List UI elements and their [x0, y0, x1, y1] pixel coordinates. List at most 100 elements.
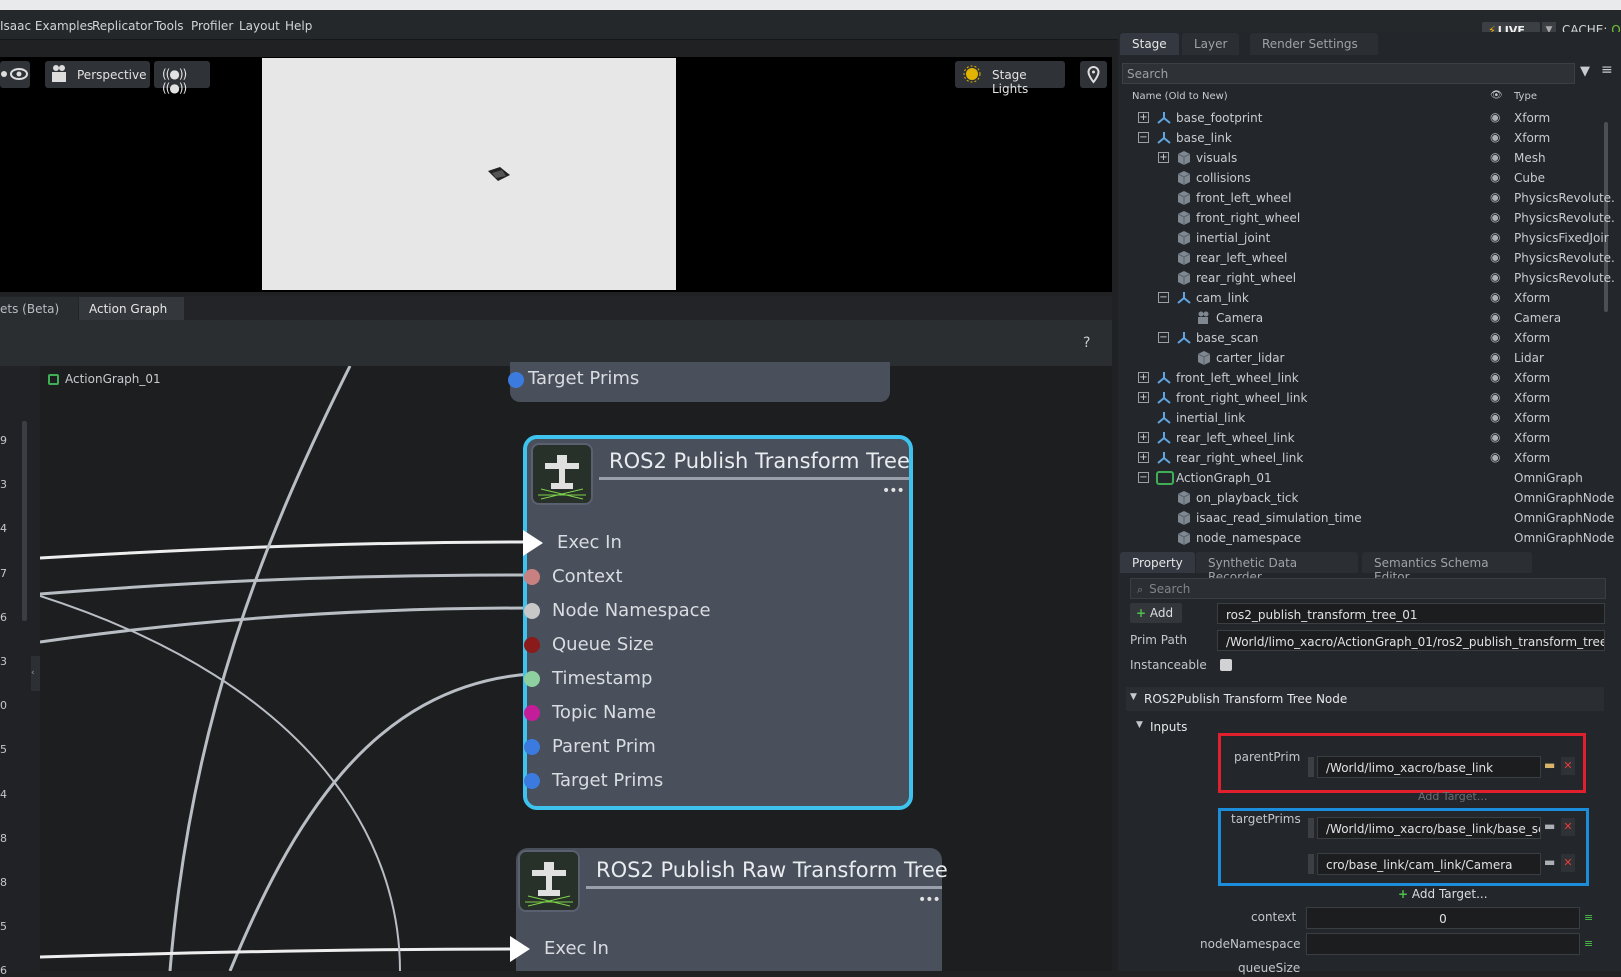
eye-icon[interactable]: ◉ — [1490, 450, 1500, 464]
stage-tree-row[interactable]: rear_right_wheel ◉ PhysicsRevolute. — [1122, 268, 1614, 288]
property-search-input[interactable]: ⌕ Search — [1130, 578, 1606, 599]
expand-icon[interactable]: + — [1138, 392, 1149, 403]
eye-icon[interactable]: ◉ — [1490, 130, 1500, 144]
drag-handle[interactable] — [1308, 757, 1314, 777]
tab-property[interactable]: Property — [1120, 552, 1195, 573]
expand-icon[interactable]: + — [1138, 112, 1149, 123]
stage-search-input[interactable]: Search — [1122, 63, 1575, 84]
eye-icon[interactable]: ◉ — [1490, 310, 1500, 324]
input-port-dot[interactable] — [524, 569, 540, 585]
folder-icon[interactable]: ▬ — [1544, 758, 1555, 772]
eye-icon[interactable]: ◉ — [1490, 270, 1500, 284]
stage-tree-row[interactable]: front_right_wheel ◉ PhysicsRevolute. — [1122, 208, 1614, 228]
visibility-button[interactable] — [0, 61, 30, 88]
upstream-node[interactable]: Target Prims — [508, 362, 890, 402]
tab-layer[interactable]: Layer — [1182, 33, 1240, 55]
collapse-icon[interactable]: − — [1158, 292, 1169, 303]
target-prims-port[interactable] — [508, 372, 524, 388]
input-port-dot[interactable] — [524, 637, 540, 653]
folder-icon[interactable]: ▬ — [1544, 855, 1555, 869]
node-namespace-field[interactable] — [1306, 933, 1580, 955]
menu-layout[interactable]: Layout — [239, 19, 280, 33]
menu-tools[interactable]: Tools — [154, 19, 184, 33]
column-name-header[interactable]: Name (Old to New) — [1132, 91, 1228, 102]
stage-tree-row[interactable]: collisions ◉ Cube — [1122, 168, 1610, 188]
expand-icon[interactable]: + — [1158, 152, 1169, 163]
collapse-icon[interactable]: − — [1138, 132, 1149, 143]
eye-icon[interactable]: ◉ — [1490, 250, 1500, 264]
section-header[interactable]: ▼ ROS2Publish Transform Tree Node — [1126, 687, 1604, 711]
input-port-dot[interactable] — [524, 603, 540, 619]
drag-handle[interactable] — [1308, 818, 1314, 838]
sensor-button[interactable]: ((●))((●)) — [154, 61, 210, 95]
eye-icon[interactable]: ◉ — [1490, 150, 1500, 164]
stage-tree-row[interactable]: − ActionGraph_01 OmniGraph — [1122, 468, 1610, 488]
stage-lights-button[interactable]: Stage Lights — [955, 61, 1065, 96]
stage-tree-row[interactable]: + rear_left_wheel_link ◉ Xform — [1122, 428, 1610, 448]
menu-help[interactable]: Help — [285, 19, 312, 33]
collapse-icon[interactable]: − — [1158, 332, 1169, 343]
tab-action-graph[interactable]: Action Graph — [79, 297, 184, 320]
eye-icon[interactable]: ◉ — [1490, 430, 1500, 444]
prim-name-field[interactable]: ros2_publish_transform_tree_01 — [1217, 603, 1605, 624]
context-field[interactable]: 0 — [1306, 907, 1580, 929]
filter-icon[interactable]: ▼ — [1580, 64, 1590, 79]
stage-tree-row[interactable]: − cam_link ◉ Xform — [1122, 288, 1610, 308]
connection-indicator-icon[interactable]: ≡ — [1584, 937, 1594, 950]
stage-tree-row[interactable]: inertial_link ◉ Xform — [1122, 408, 1610, 428]
stage-tree-row[interactable]: + visuals ◉ Mesh — [1122, 148, 1610, 168]
camera-perspective-button[interactable]: Perspective — [45, 61, 150, 88]
drag-handle[interactable] — [1308, 854, 1314, 874]
remove-target-icon[interactable]: ✕ — [1561, 854, 1575, 872]
stage-tree-row[interactable]: Camera ◉ Camera — [1122, 308, 1610, 328]
stage-tree-row[interactable]: carter_lidar ◉ Lidar — [1122, 348, 1610, 368]
column-type-header[interactable]: Type — [1514, 91, 1537, 102]
menu-replicator[interactable]: Replicator — [92, 19, 152, 33]
options-menu-icon[interactable]: ≡ — [1601, 62, 1613, 78]
stage-tree-row[interactable]: − base_link ◉ Xform — [1122, 128, 1610, 148]
stage-tree-row[interactable]: + front_right_wheel_link ◉ Xform — [1122, 388, 1610, 408]
eye-icon[interactable]: ◉ — [1490, 230, 1500, 244]
menu-profiler[interactable]: Profiler — [191, 19, 233, 33]
ros2-publish-transform-tree-node[interactable]: ROS2 Publish Transform Tree ••• Exec In C… — [523, 435, 913, 810]
target-prim-field-1[interactable]: /World/limo_xacro/base_link/base_sca — [1317, 817, 1541, 839]
tab-synthetic-data-recorder[interactable]: Synthetic Data Recorder — [1196, 552, 1358, 584]
tab-semantics-schema-editor[interactable]: Semantics Schema Editor — [1362, 552, 1532, 584]
tab-render-settings[interactable]: Render Settings — [1250, 33, 1378, 55]
target-prim-field-2[interactable]: cro/base_link/cam_link/Camera — [1317, 853, 1541, 875]
instanceable-checkbox[interactable] — [1220, 659, 1232, 671]
eye-icon[interactable]: ◉ — [1490, 330, 1500, 344]
ruler-scrollbar[interactable] — [22, 421, 27, 621]
viewport-render[interactable] — [262, 58, 676, 290]
menu-isaac-examples[interactable]: Isaac Examples — [0, 19, 93, 33]
stage-tree-row[interactable]: − base_scan ◉ Xform — [1122, 328, 1610, 348]
more-options-icon[interactable]: ••• — [918, 892, 941, 908]
stage-tree-row[interactable]: node_namespace OmniGraphNode — [1122, 528, 1614, 548]
collapse-arrow-icon[interactable]: ‹ — [31, 656, 40, 691]
stage-tree-row[interactable]: + front_left_wheel_link ◉ Xform — [1122, 368, 1610, 388]
inputs-triangle-icon[interactable]: ▼ — [1136, 720, 1143, 730]
eye-icon[interactable]: ◉ — [1490, 290, 1500, 304]
add-button[interactable]: + Add — [1130, 603, 1182, 623]
input-port-dot[interactable] — [524, 671, 540, 687]
remove-target-icon[interactable]: ✕ — [1561, 757, 1575, 775]
eye-icon[interactable]: ◉ — [1490, 390, 1500, 404]
stage-tree-row[interactable]: rear_left_wheel ◉ PhysicsRevolute. — [1122, 248, 1614, 268]
tab-scripts[interactable]: ets (Beta) — [0, 297, 78, 320]
stage-tree-row[interactable]: isaac_read_simulation_time OmniGraphNode — [1122, 508, 1614, 528]
eye-icon[interactable]: ◉ — [1490, 170, 1500, 184]
exec-in-port[interactable] — [523, 530, 543, 556]
connection-indicator-icon[interactable]: ≡ — [1584, 911, 1594, 924]
exec-in-port[interactable] — [510, 936, 530, 962]
stage-tree-row[interactable]: + rear_right_wheel_link ◉ Xform — [1122, 448, 1610, 468]
eye-icon[interactable]: ◉ — [1490, 410, 1500, 424]
expand-icon[interactable]: + — [1138, 432, 1149, 443]
more-options-icon[interactable]: ••• — [882, 483, 905, 499]
tab-stage[interactable]: Stage — [1120, 33, 1179, 55]
add-target-button[interactable]: + Add Target... — [1398, 887, 1488, 901]
ros2-publish-raw-transform-tree-node[interactable]: ROS2 Publish Raw Transform Tree ••• Exec… — [510, 848, 948, 971]
eye-icon[interactable]: ◉ — [1490, 370, 1500, 384]
remove-target-icon[interactable]: ✕ — [1561, 818, 1575, 836]
eye-icon[interactable]: ◉ — [1490, 190, 1500, 204]
eye-icon[interactable]: ◉ — [1490, 110, 1500, 124]
